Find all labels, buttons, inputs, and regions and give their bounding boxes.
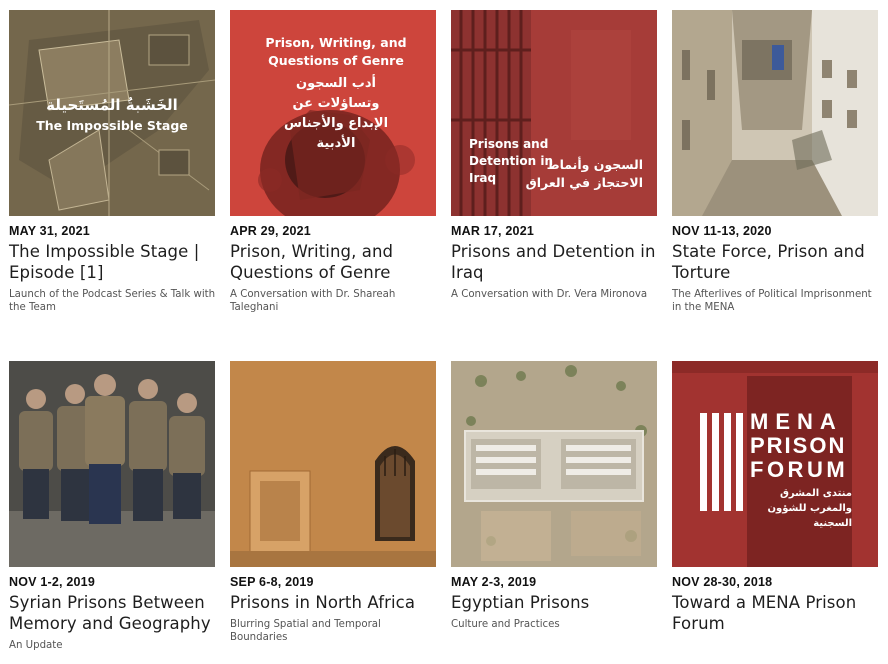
event-image-mena-forum[interactable]: MENA PRISON FORUM منتدى المشرق والمغرب ل…	[672, 361, 878, 567]
image-english-title: The Impossible Stage	[36, 118, 188, 133]
logo-arabic: منتدى المشرق والمغرب للشؤون السجنية	[767, 488, 852, 529]
logo-line-mena: MENA	[750, 409, 843, 434]
event-date: NOV 28-30, 2018	[672, 575, 773, 589]
event-card[interactable]: MENA PRISON FORUM منتدى المشرق والمغرب ل…	[672, 361, 879, 639]
event-date: MAY 2-3, 2019	[451, 575, 537, 589]
event-date: NOV 11-13, 2020	[672, 224, 772, 238]
event-date: MAY 31, 2021	[9, 224, 90, 238]
event-card[interactable]: NOV 1-2, 2019 Syrian Prisons Between Mem…	[9, 361, 216, 652]
image-arabic-title: أدب السجون وتساؤلات عن الإبداع والأجناس …	[283, 76, 389, 151]
event-title[interactable]: Egyptian Prisons	[451, 592, 658, 613]
image-arabic-title: السجون وأنماط الاحتجاز في العراق	[525, 157, 643, 190]
event-subtitle: Launch of the Podcast Series & Talk with…	[9, 289, 216, 313]
event-subtitle: Blurring Spatial and Temporal Boundaries	[230, 619, 381, 643]
event-date: APR 29, 2021	[230, 224, 311, 238]
event-card[interactable]: الخَشَبةُ المُستَحيلة The Impossible Sta…	[9, 10, 216, 314]
event-image-syrian-prisons[interactable]	[9, 361, 215, 567]
events-grid: الخَشَبةُ المُستَحيلة The Impossible Sta…	[0, 0, 888, 664]
event-subtitle: Culture and Practices	[451, 619, 560, 630]
event-title[interactable]: Prisons in North Africa	[230, 592, 437, 613]
logo-line-forum: FORUM	[750, 457, 849, 482]
event-title[interactable]: The Impossible Stage | Episode [1]	[9, 241, 216, 283]
event-image-prison-writing[interactable]: Prison, Writing, and Questions of Genre …	[230, 10, 436, 216]
event-title[interactable]: Prison, Writing, and Questions of Genre	[230, 241, 437, 283]
image-arabic-title: الخَشَبةُ المُستَحيلة	[46, 96, 178, 114]
event-subtitle: An Update	[9, 640, 63, 651]
event-date: SEP 6-8, 2019	[230, 575, 314, 589]
event-subtitle: A Conversation with Dr. Shareah Taleghan…	[230, 289, 396, 313]
event-date: NOV 1-2, 2019	[9, 575, 95, 589]
event-image-egyptian-prisons[interactable]	[451, 361, 657, 567]
event-subtitle: A Conversation with Dr. Vera Mironova	[451, 289, 648, 300]
event-image-iraq[interactable]: Prisons and Detention in Iraq السجون وأن…	[451, 10, 657, 216]
event-image-north-africa[interactable]	[230, 361, 436, 567]
event-title[interactable]: State Force, Prison and Torture	[672, 241, 879, 283]
event-card[interactable]: Prisons and Detention in Iraq السجون وأن…	[451, 10, 658, 301]
event-title[interactable]: Syrian Prisons Between Memory and Geogra…	[9, 592, 216, 634]
event-title[interactable]: Toward a MENA Prison Forum	[672, 592, 879, 634]
event-image-impossible-stage[interactable]: الخَشَبةُ المُستَحيلة The Impossible Sta…	[9, 10, 215, 216]
event-title[interactable]: Prisons and Detention in Iraq	[451, 241, 658, 283]
logo-line-prison: PRISON	[750, 433, 847, 458]
event-card[interactable]: Prison, Writing, and Questions of Genre …	[230, 10, 437, 314]
image-english-title: Prison, Writing, and Questions of Genre	[265, 35, 407, 68]
event-date: MAR 17, 2021	[451, 224, 534, 238]
event-image-state-force[interactable]	[672, 10, 878, 216]
event-card[interactable]: SEP 6-8, 2019 Prisons in North Africa Bl…	[230, 361, 437, 644]
event-card[interactable]: MAY 2-3, 2019 Egyptian Prisons Culture a…	[451, 361, 658, 631]
event-subtitle: The Afterlives of Political Imprisonment…	[672, 289, 872, 313]
event-card[interactable]: NOV 11-13, 2020 State Force, Prison and …	[672, 10, 879, 314]
